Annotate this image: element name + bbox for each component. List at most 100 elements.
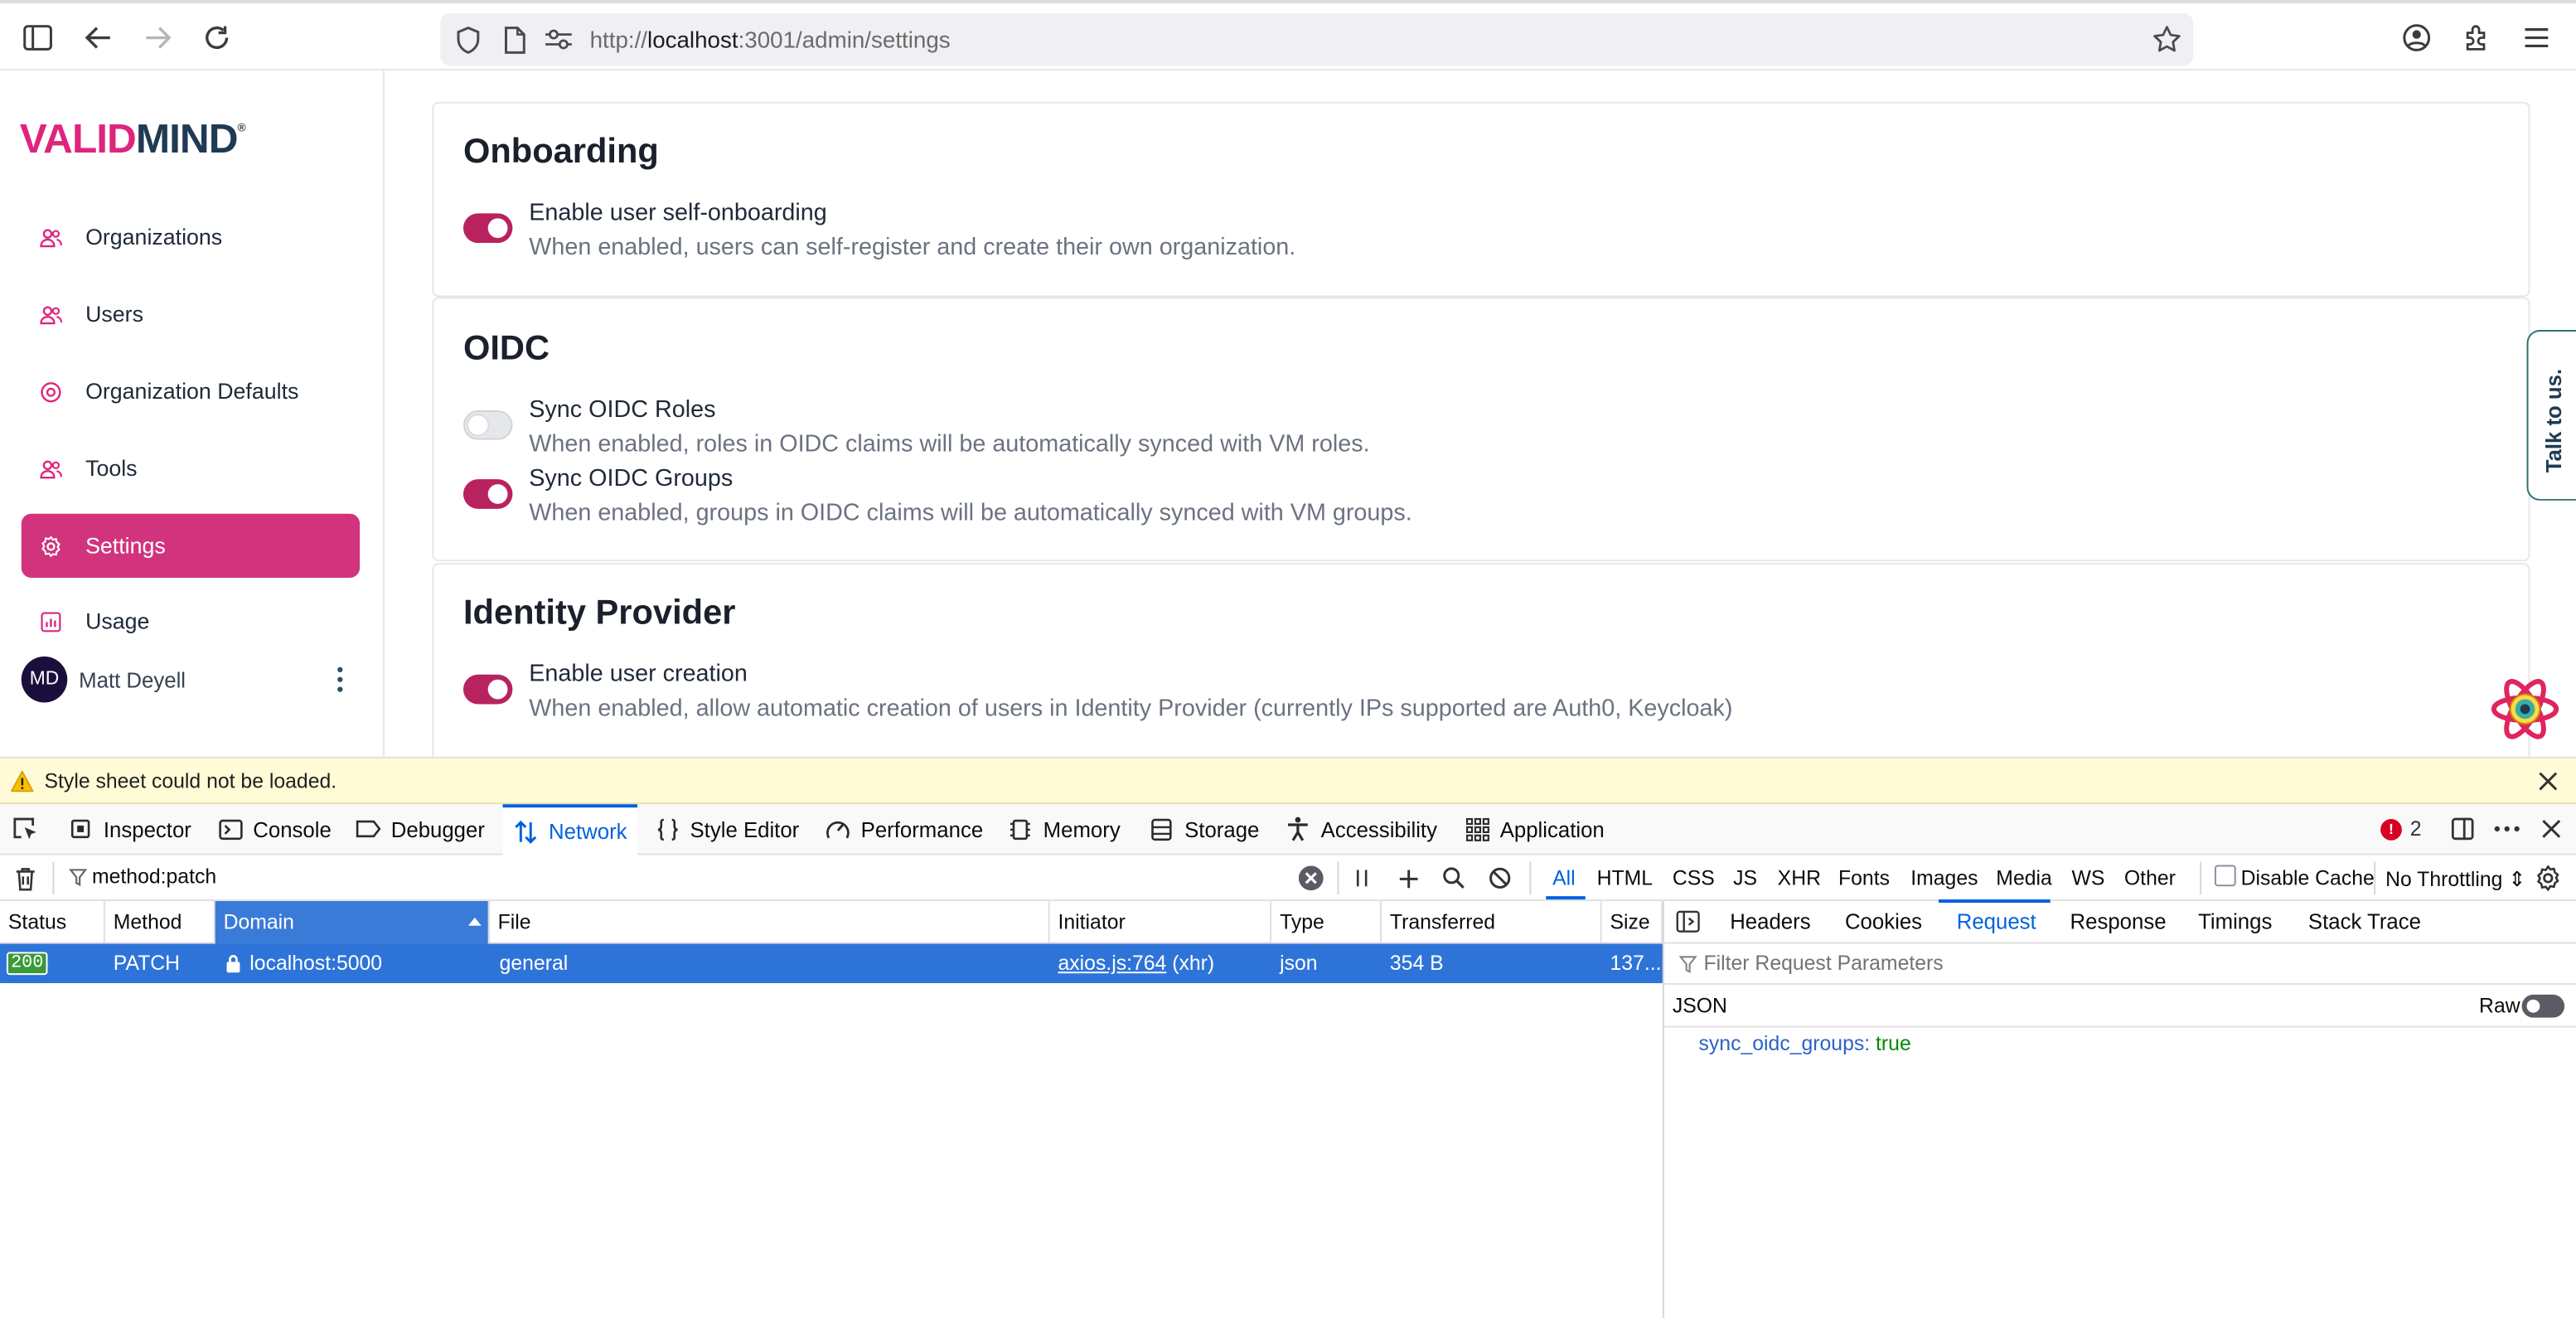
filter-icon bbox=[67, 866, 87, 886]
column-header-file[interactable]: File bbox=[490, 901, 1050, 944]
back-icon[interactable] bbox=[80, 20, 117, 56]
section-title: OIDC bbox=[462, 329, 550, 368]
raw-toggle[interactable] bbox=[2521, 994, 2565, 1018]
filter-html[interactable]: HTML bbox=[1597, 866, 1653, 889]
tab-debugger[interactable]: Debugger bbox=[355, 804, 485, 853]
sidebar-item-organizations[interactable]: Organizations bbox=[22, 206, 360, 269]
filter-images[interactable]: Images bbox=[1910, 866, 1978, 889]
filter-js[interactable]: JS bbox=[1733, 866, 1757, 889]
tab-headers[interactable]: Headers bbox=[1730, 901, 1810, 943]
tab-timings[interactable]: Timings bbox=[2198, 901, 2272, 943]
inspector-icon bbox=[67, 816, 94, 842]
kebab-menu-icon[interactable] bbox=[333, 663, 346, 696]
tab-style-editor[interactable]: Style Editor bbox=[654, 804, 799, 853]
filter-other[interactable]: Other bbox=[2124, 866, 2176, 889]
storage-icon bbox=[1149, 816, 1175, 842]
table-row[interactable]: 200 PATCH localhost:5000 general axios.j… bbox=[0, 943, 1663, 984]
react-query-devtools-icon[interactable] bbox=[2491, 676, 2559, 742]
sync-oidc-groups-toggle[interactable] bbox=[462, 479, 513, 509]
filter-fonts[interactable]: Fonts bbox=[1838, 866, 1890, 889]
column-header-initiator[interactable]: Initiator bbox=[1050, 901, 1272, 944]
block-icon[interactable] bbox=[1487, 865, 1513, 891]
request-table-header: Status Method Domain File Initiator Type… bbox=[0, 901, 1663, 944]
disable-cache-label: Disable Cache bbox=[2240, 866, 2375, 890]
clear-filter-icon[interactable] bbox=[1298, 865, 1324, 891]
pause-icon[interactable] bbox=[1349, 865, 1375, 891]
filter-css[interactable]: CSS bbox=[1673, 866, 1715, 889]
sidebar-item-usage[interactable]: Usage bbox=[22, 589, 360, 653]
more-options-icon[interactable] bbox=[2494, 816, 2520, 842]
sidebar-item-label: Settings bbox=[85, 533, 166, 559]
search-icon[interactable] bbox=[1441, 865, 1467, 891]
column-header-domain[interactable]: Domain bbox=[215, 901, 490, 944]
shield-icon[interactable] bbox=[453, 25, 483, 55]
tab-stack-trace[interactable]: Stack Trace bbox=[2308, 901, 2421, 943]
tab-performance[interactable]: Performance bbox=[825, 804, 983, 853]
trash-icon[interactable] bbox=[13, 865, 38, 891]
tab-accessibility[interactable]: Accessibility bbox=[1285, 804, 1437, 853]
avatar[interactable]: MD bbox=[21, 657, 68, 703]
responsive-design-icon[interactable] bbox=[2449, 816, 2476, 842]
tab-memory[interactable]: Memory bbox=[1007, 804, 1121, 853]
tab-request[interactable]: Request bbox=[1957, 901, 2036, 943]
error-count-badge[interactable]: ! 2 bbox=[2380, 817, 2422, 841]
filter-xhr[interactable]: XHR bbox=[1778, 866, 1821, 889]
reload-icon[interactable] bbox=[199, 20, 235, 56]
add-request-icon[interactable] bbox=[1395, 865, 1421, 891]
extensions-icon[interactable] bbox=[2459, 20, 2496, 56]
onboarding-card: Onboarding Enable user self-onboarding W… bbox=[432, 101, 2530, 298]
menu-icon[interactable] bbox=[2519, 20, 2555, 56]
sidebar-item-settings[interactable]: Settings bbox=[21, 513, 361, 578]
error-icon: ! bbox=[2380, 818, 2402, 840]
network-settings-gear-icon[interactable] bbox=[2535, 865, 2561, 892]
tab-storage[interactable]: Storage bbox=[1149, 804, 1259, 853]
column-header-status[interactable]: Status bbox=[0, 901, 105, 944]
users-icon bbox=[40, 457, 63, 480]
sidebar: VALIDMIND® Organizations Users Organizat… bbox=[0, 70, 385, 757]
element-picker-icon[interactable] bbox=[12, 816, 38, 842]
talk-to-us-button[interactable]: Talk to us. bbox=[2526, 329, 2576, 501]
filter-request-parameters-input[interactable]: Filter Request Parameters bbox=[1663, 944, 2576, 986]
sidebar-item-users[interactable]: Users bbox=[22, 283, 360, 346]
network-filter-toolbar: method:patch All HTML CSS JS XHR Fonts I… bbox=[0, 855, 2576, 902]
url-bar[interactable]: http://localhost:3001/admin/settings bbox=[440, 12, 2194, 66]
tab-application[interactable]: Application bbox=[1464, 804, 1605, 853]
url-text[interactable]: http://localhost:3001/admin/settings bbox=[590, 27, 951, 53]
url-filter-input[interactable]: method:patch bbox=[92, 865, 216, 888]
user-creation-toggle[interactable] bbox=[462, 674, 513, 705]
column-header-type[interactable]: Type bbox=[1271, 901, 1382, 944]
tab-inspector[interactable]: Inspector bbox=[67, 804, 191, 853]
forward-icon[interactable] bbox=[139, 20, 176, 56]
toggle-panel-icon[interactable] bbox=[1676, 909, 1701, 934]
page-icon[interactable] bbox=[500, 25, 530, 55]
disable-cache-checkbox[interactable] bbox=[2214, 865, 2236, 887]
close-devtools-icon[interactable] bbox=[2538, 816, 2564, 842]
column-header-method[interactable]: Method bbox=[105, 901, 215, 944]
json-property-row: sync_oidc_groups: true bbox=[1698, 1032, 1911, 1056]
throttling-select[interactable]: No Throttling ⇕ bbox=[2385, 866, 2525, 891]
sidebar-toggle-icon[interactable] bbox=[20, 20, 56, 56]
tab-network[interactable]: Network bbox=[502, 804, 637, 855]
filter-media[interactable]: Media bbox=[1996, 866, 2051, 889]
sidebar-item-organization-defaults[interactable]: Organization Defaults bbox=[22, 360, 360, 424]
bookmark-star-icon[interactable] bbox=[2152, 25, 2182, 55]
sidebar-item-label: Users bbox=[85, 302, 143, 327]
initiator-link[interactable]: axios.js:764 bbox=[1058, 952, 1167, 975]
devtools-tab-bar: Inspector Console Debugger Network Style… bbox=[0, 804, 2576, 855]
sidebar-item-tools[interactable]: Tools bbox=[22, 437, 360, 501]
filter-ws[interactable]: WS bbox=[2071, 866, 2104, 889]
tab-cookies[interactable]: Cookies bbox=[1845, 901, 1922, 943]
filter-all[interactable]: All bbox=[1552, 866, 1576, 889]
validmind-logo[interactable]: VALIDMIND® bbox=[20, 117, 246, 164]
json-value: true bbox=[1876, 1032, 1911, 1056]
sync-oidc-roles-toggle[interactable] bbox=[462, 410, 513, 440]
column-header-transferred[interactable]: Transferred bbox=[1382, 901, 1602, 944]
account-icon[interactable] bbox=[2399, 20, 2435, 56]
close-icon[interactable] bbox=[2535, 768, 2561, 795]
permissions-icon[interactable] bbox=[544, 25, 574, 55]
column-header-size[interactable]: Size bbox=[1602, 901, 1663, 944]
user-profile[interactable]: MD Matt Deyell bbox=[21, 657, 360, 703]
tab-response[interactable]: Response bbox=[2070, 901, 2167, 943]
self-onboarding-toggle[interactable] bbox=[462, 213, 513, 244]
tab-console[interactable]: Console bbox=[217, 804, 332, 853]
